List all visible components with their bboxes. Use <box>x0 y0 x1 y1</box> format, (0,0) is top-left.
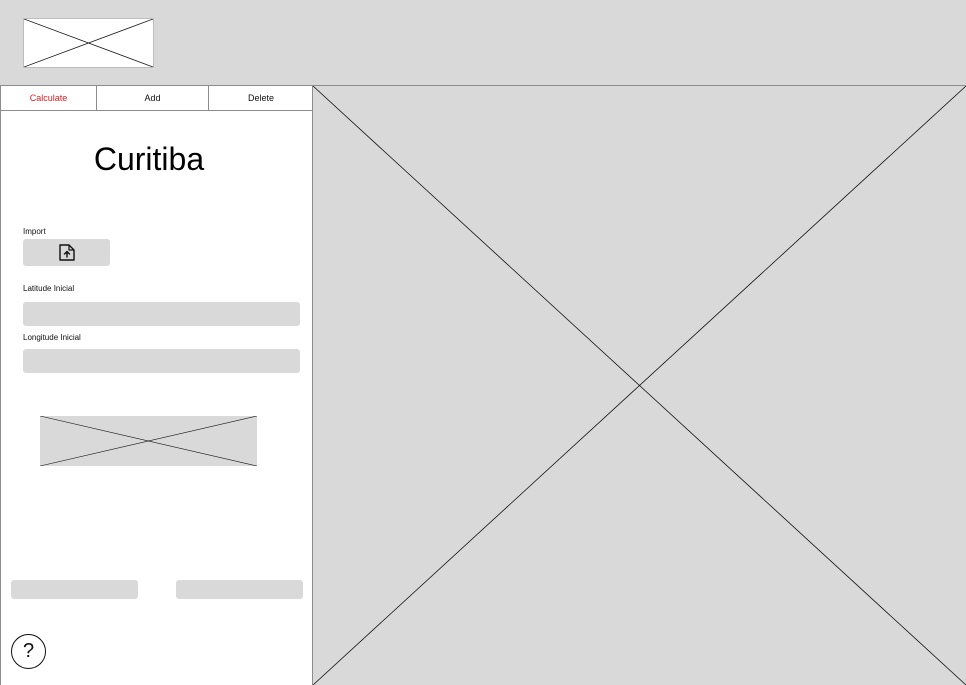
tab-add[interactable]: Add <box>97 86 209 110</box>
latitude-label: Latitude Inicial <box>23 284 75 293</box>
latitude-input[interactable] <box>23 302 300 326</box>
help-button[interactable]: ? <box>11 634 46 669</box>
logo-image-placeholder <box>23 18 154 68</box>
app-header <box>0 0 966 86</box>
image-placeholder-icon <box>24 19 153 67</box>
longitude-input[interactable] <box>23 349 300 373</box>
map-placeholder <box>313 86 966 685</box>
help-icon: ? <box>22 640 35 662</box>
longitude-label: Longitude Inicial <box>23 333 81 342</box>
image-placeholder-icon <box>313 86 966 685</box>
sidebar-panel: Calculate Add Delete Curitiba Import Lat… <box>0 86 313 685</box>
import-button[interactable] <box>23 239 110 266</box>
tab-delete[interactable]: Delete <box>209 86 313 110</box>
city-title: Curitiba <box>93 141 205 177</box>
image-placeholder <box>40 416 257 466</box>
tab-calculate[interactable]: Calculate <box>1 86 97 110</box>
right-action-button[interactable] <box>176 580 303 599</box>
import-label: Import <box>23 227 46 236</box>
image-placeholder-icon <box>40 416 257 466</box>
left-action-button[interactable] <box>11 580 138 599</box>
file-upload-icon <box>59 244 75 261</box>
tab-bar: Calculate Add Delete <box>1 86 313 111</box>
